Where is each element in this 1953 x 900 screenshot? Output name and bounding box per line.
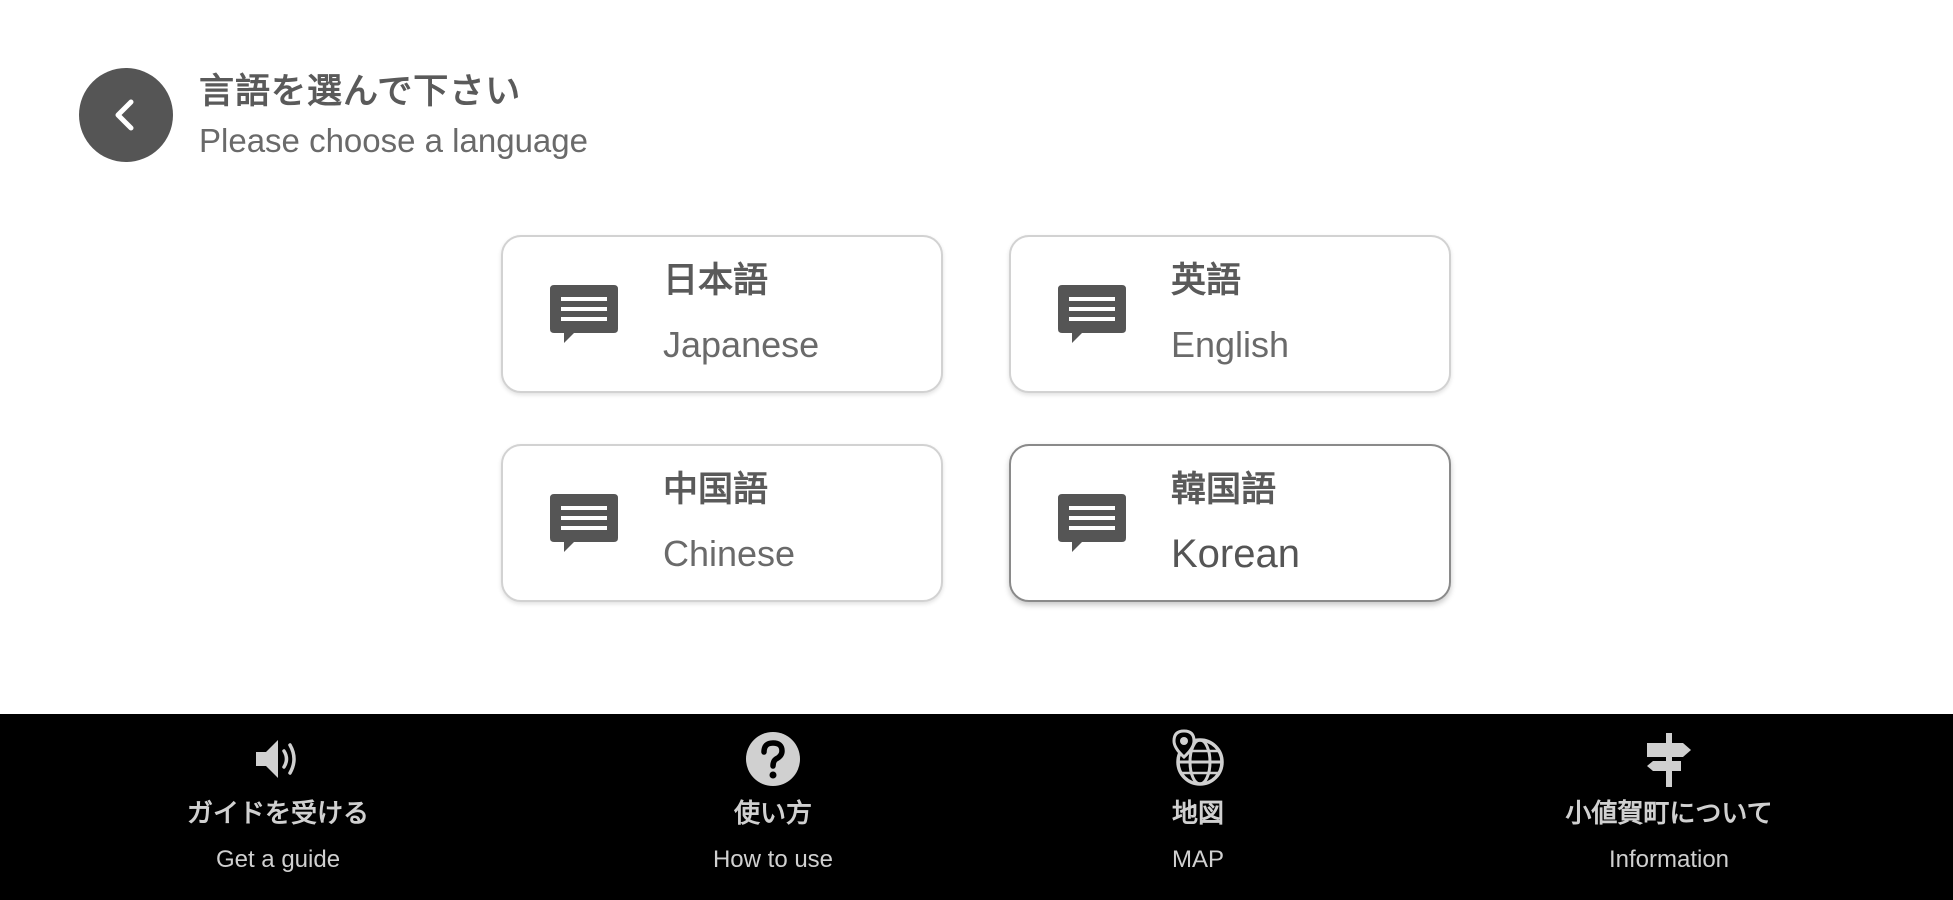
back-button[interactable] [79, 68, 173, 162]
page-subtitle: Please choose a language [199, 122, 588, 159]
language-label-jp: 日本語 [663, 261, 769, 301]
globe-pin-icon [1172, 729, 1224, 786]
nav-label-jp: 小値賀町について [1565, 799, 1773, 829]
language-option-korean[interactable]: 韓国語 Korean [1009, 444, 1451, 602]
signpost-icon [1647, 733, 1691, 787]
language-label-jp: 中国語 [663, 470, 769, 510]
chat-bubble-icon [550, 494, 618, 552]
language-option-chinese[interactable]: 中国語 Chinese [501, 444, 943, 602]
help-icon [746, 732, 800, 786]
chevron-left-icon [115, 99, 134, 131]
page-title: 言語を選んで下さい [199, 72, 522, 112]
nav-label-jp: 地図 [1171, 799, 1224, 829]
nav-label-en: MAP [1171, 846, 1224, 873]
nav-item-map[interactable]: 地図 MAP [1018, 714, 1378, 900]
nav-label-en: How to use [712, 846, 834, 873]
bottom-nav: ガイドを受ける Get a guide 使い方 How to use 地図 MA… [0, 714, 1953, 900]
chat-bubble-icon [1058, 285, 1126, 343]
chat-bubble-icon [550, 285, 618, 343]
language-label-en: Japanese [663, 324, 820, 365]
header-text: 言語を選んで下さい Please choose a language [199, 70, 588, 164]
nav-label-jp: 使い方 [733, 799, 812, 829]
nav-label-en: Information [1608, 846, 1730, 873]
language-option-japanese[interactable]: 日本語 Japanese [501, 235, 943, 393]
speaker-icon [256, 740, 296, 778]
language-label-en: Korean [1171, 532, 1300, 576]
nav-item-information[interactable]: 小値賀町について Information [1489, 714, 1849, 900]
language-label-en: Chinese [663, 533, 796, 574]
nav-item-get-guide[interactable]: ガイドを受ける Get a guide [98, 714, 458, 900]
language-label-jp: 英語 [1171, 261, 1242, 301]
nav-item-how-to-use[interactable]: 使い方 How to use [593, 714, 953, 900]
language-label-en: English [1171, 324, 1290, 365]
language-option-english[interactable]: 英語 English [1009, 235, 1451, 393]
language-label-jp: 韓国語 [1171, 470, 1277, 510]
chat-bubble-icon [1058, 494, 1126, 552]
nav-label-en: Get a guide [215, 846, 341, 873]
nav-label-jp: ガイドを受ける [186, 799, 369, 829]
